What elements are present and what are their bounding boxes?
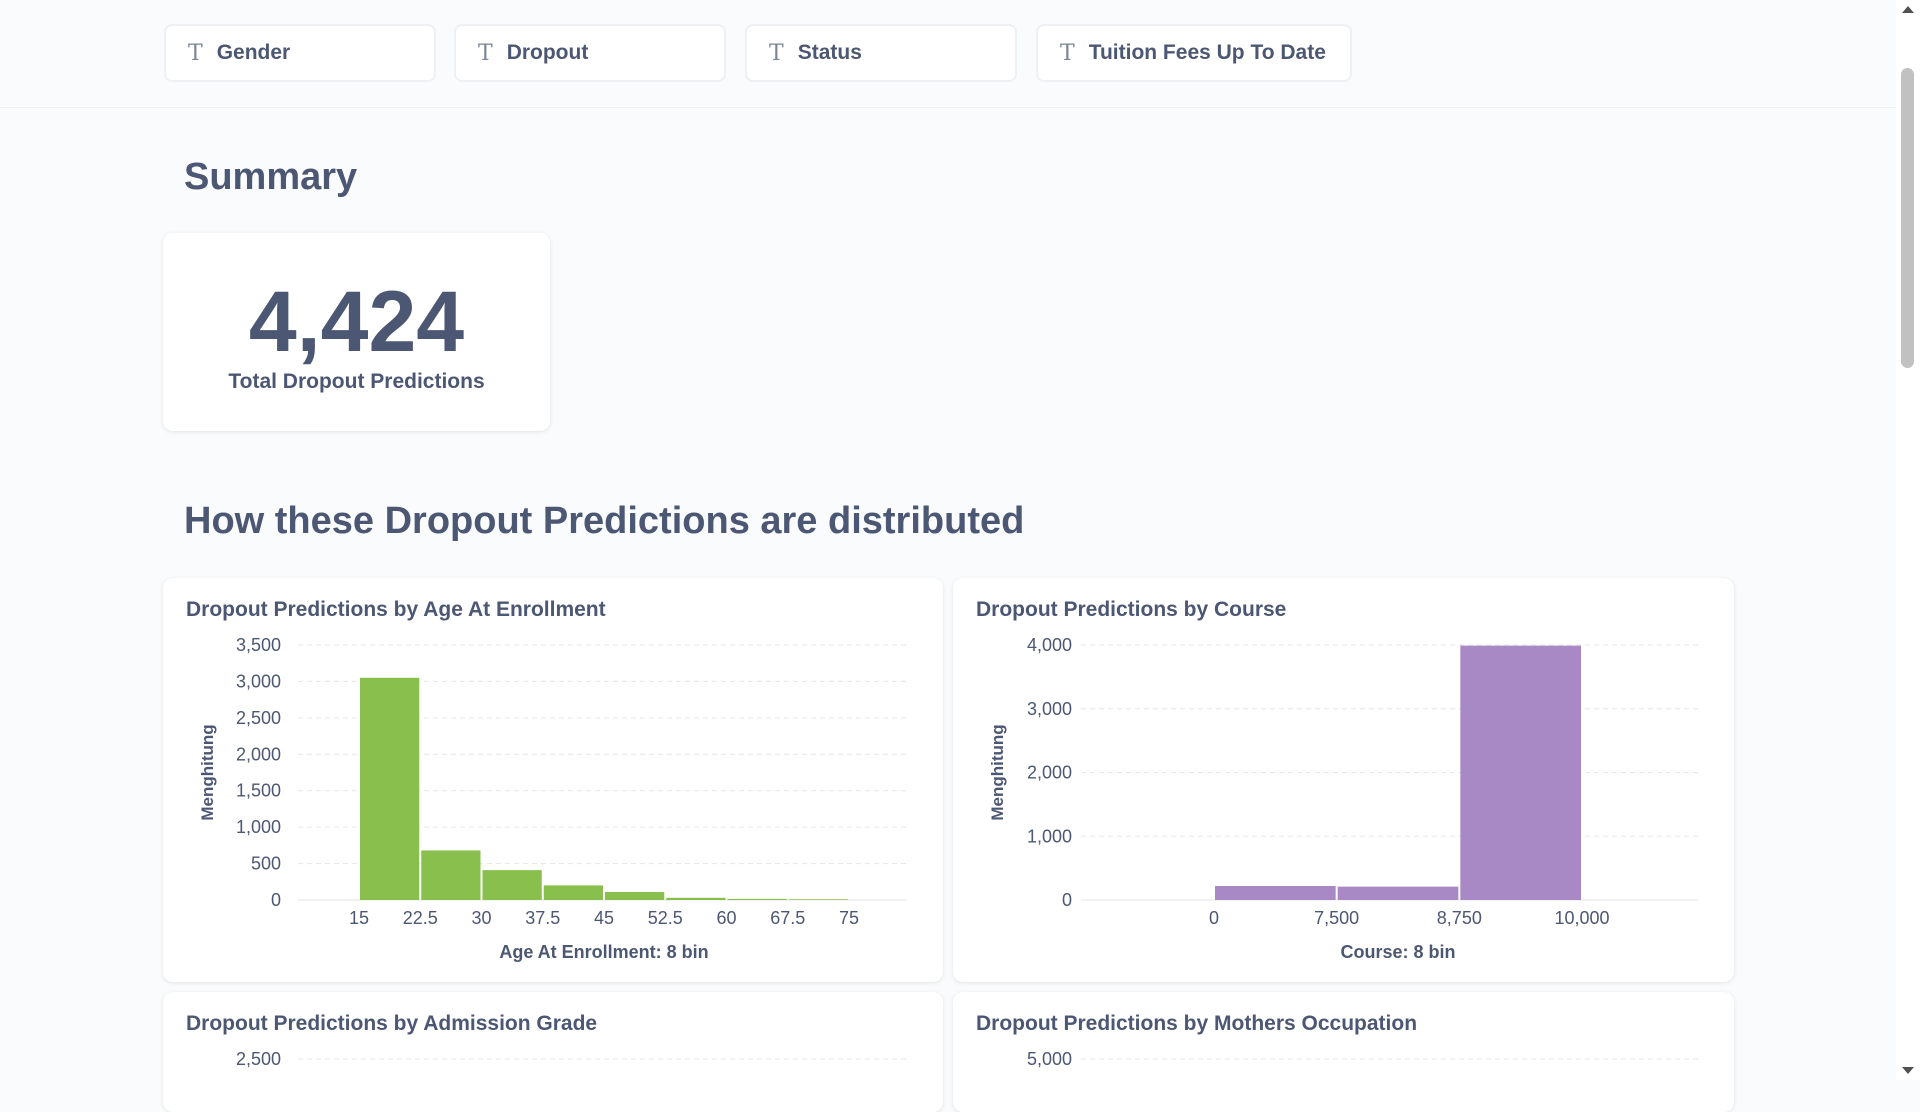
text-type-icon: T: [188, 40, 203, 66]
y-tick-label: 3,000: [1027, 699, 1072, 719]
y-tick-label: 4,000: [1027, 635, 1072, 655]
histogram-bar: [360, 677, 420, 900]
y-tick-label: 1,000: [1027, 826, 1072, 846]
kpi-value: 4,424: [248, 274, 465, 370]
filter-tuition-fees[interactable]: T Tuition Fees Up To Date: [1036, 24, 1352, 82]
y-tick-label: 1,500: [236, 781, 281, 801]
filter-dropout[interactable]: T Dropout: [454, 24, 726, 82]
scroll-up-arrow-icon[interactable]: [1902, 6, 1914, 13]
filter-bar: T Gender T Dropout T Status T Tuition Fe…: [0, 0, 1896, 108]
scroll-thumb[interactable]: [1901, 68, 1914, 368]
y-tick-label: 2,000: [236, 744, 281, 764]
x-tick-label: 8,750: [1437, 908, 1482, 928]
text-type-icon: T: [1060, 40, 1075, 66]
chart-card-mothers-occupation[interactable]: Dropout Predictions by Mothers Occupatio…: [953, 992, 1734, 1112]
histogram-bar: [666, 897, 726, 900]
y-tick-label: 0: [271, 890, 281, 910]
y-axis-label: Menghitung: [988, 724, 1007, 820]
kpi-card[interactable]: 4,424 Total Dropout Predictions: [163, 233, 550, 431]
y-tick-label: 2,500: [236, 708, 281, 728]
x-axis-label: Course: 8 bin: [1340, 942, 1455, 962]
x-tick-label: 10,000: [1554, 908, 1609, 928]
text-type-icon: T: [769, 40, 784, 66]
x-tick-label: 37.5: [525, 908, 560, 928]
distribution-heading: How these Dropout Predictions are distri…: [184, 500, 1025, 542]
y-tick-label: 3,500: [236, 635, 281, 655]
filter-label: Tuition Fees Up To Date: [1088, 41, 1326, 64]
histogram-bar: [788, 899, 848, 900]
x-tick-label: 52.5: [648, 908, 683, 928]
filter-status[interactable]: T Status: [745, 24, 1017, 82]
page-scrollbar[interactable]: [1896, 0, 1920, 1080]
y-tick-label: 0: [1062, 890, 1072, 910]
histogram-bar: [1460, 645, 1581, 900]
histogram-bar: [605, 891, 665, 900]
scroll-down-arrow-icon[interactable]: [1902, 1067, 1914, 1074]
histogram-bar: [543, 885, 603, 900]
filter-label: Dropout: [506, 41, 589, 64]
y-tick-label: 2,000: [1027, 763, 1072, 783]
chart-course: 0 1,000 2,000 3,000 4,000 0 7,500 8,750 10,000 Co…: [988, 635, 1698, 962]
x-tick-label: 75: [839, 908, 859, 928]
chart-mothers-occupation: 5,000: [1027, 1049, 1698, 1069]
text-type-icon: T: [478, 40, 493, 66]
y-tick-label: 5,000: [1027, 1049, 1072, 1069]
histogram-bar: [482, 870, 542, 900]
chart-admission-grade: 2,500: [236, 1049, 907, 1069]
summary-heading: Summary: [184, 156, 358, 198]
x-tick-label: 22.5: [403, 908, 438, 928]
x-tick-label: 30: [471, 908, 491, 928]
histogram-bar: [727, 898, 787, 900]
filter-gender[interactable]: T Gender: [164, 24, 436, 82]
x-tick-label: 0: [1209, 908, 1219, 928]
x-axis-label: Age At Enrollment: 8 bin: [499, 942, 708, 962]
filter-label: Status: [797, 41, 862, 64]
x-tick-label: 7,500: [1314, 908, 1359, 928]
chart-card-course[interactable]: Dropout Predictions by Course 0 1,000 2,00…: [953, 578, 1734, 982]
x-tick-label: 67.5: [770, 908, 805, 928]
chart-card-age[interactable]: Dropout Predictions by Age At Enrollment…: [163, 578, 943, 982]
histogram-bar: [421, 850, 481, 900]
chart-card-admission-grade[interactable]: Dropout Predictions by Admission Grade 2…: [163, 992, 943, 1112]
y-tick-label: 1,000: [236, 817, 281, 837]
x-tick-label: 15: [349, 908, 369, 928]
y-tick-label: 2,500: [236, 1049, 281, 1069]
kpi-label: Total Dropout Predictions: [228, 370, 485, 393]
y-axis-label: Menghitung: [198, 724, 217, 820]
y-tick-label: 3,000: [236, 671, 281, 691]
x-tick-label: 45: [594, 908, 614, 928]
chart-age-at-enrollment: 0 500 1,000 1,500 2,000 2,500 3,000 3,500 15 22.5…: [198, 635, 907, 962]
filter-label: Gender: [216, 41, 291, 64]
histogram-bar: [1337, 886, 1459, 900]
x-tick-label: 60: [716, 908, 736, 928]
y-tick-label: 500: [251, 854, 281, 874]
histogram-bar: [1215, 885, 1336, 900]
